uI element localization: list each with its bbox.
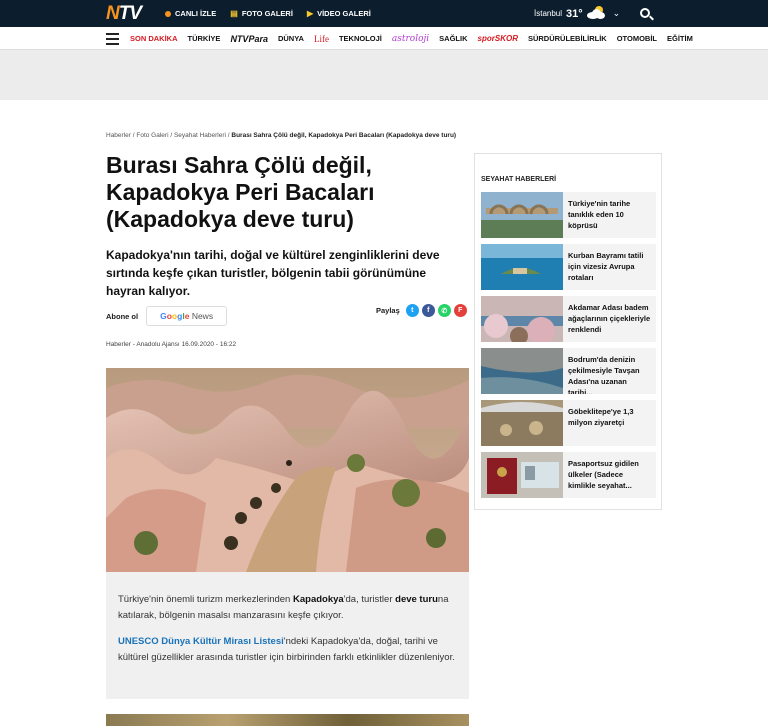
top-links: CANLI İZLE ▤ FOTO GALERİ ▶ VİDEO GALERİ <box>165 0 371 27</box>
page-title: Burası Sahra Çölü değil, Kapadokya Peri … <box>106 152 375 232</box>
play-icon: ▶ <box>306 9 314 18</box>
thumbnail <box>481 452 563 498</box>
hero-image[interactable] <box>106 368 469 572</box>
nav-saglik[interactable]: SAĞLIK <box>439 34 467 43</box>
main-nav: SON DAKİKA TÜRKİYE NTVPara DÜNYA Life TE… <box>0 27 768 50</box>
logo-text: NTV <box>106 3 142 24</box>
subscribe-row: Abone ol Google News <box>106 306 228 326</box>
google-news-button[interactable]: Google News <box>146 306 228 326</box>
nav-egitim[interactable]: EĞİTİM <box>667 34 693 43</box>
google-logo: Google <box>160 311 190 321</box>
breadcrumb: Haberler / Foto Galeri / Seyahat Haberle… <box>106 132 457 139</box>
nav-turkiye[interactable]: TÜRKİYE <box>188 34 221 43</box>
article-lead: Kapadokya'nın tarihi, doğal ve kültürel … <box>106 248 440 298</box>
breadcrumb-foto-galeri[interactable]: Foto Galeri <box>136 132 168 139</box>
share-bar: Paylaş t f ✆ F <box>376 304 467 317</box>
second-image[interactable] <box>106 714 469 726</box>
nav-astroloji[interactable]: astroloji <box>392 34 429 44</box>
thumbnail <box>481 348 563 394</box>
nav-surdurulebilirlik[interactable]: SÜRDÜRÜLEBİLİRLİK <box>528 34 607 43</box>
video-galeri-link[interactable]: ▶ VİDEO GALERİ <box>307 9 371 18</box>
canli-izle-link[interactable]: CANLI İZLE <box>165 9 216 18</box>
nav-teknoloji[interactable]: TEKNOLOJİ <box>339 34 382 43</box>
sidebar-item-bodrum[interactable]: Bodrum'da denizin çekilmesiyle Tavşan Ad… <box>481 348 656 394</box>
thumbnail <box>481 400 563 446</box>
ntv-logo[interactable]: NTV <box>106 3 142 25</box>
thumbnail <box>481 244 563 290</box>
nav-dunya[interactable]: DÜNYA <box>278 34 304 43</box>
whatsapp-icon[interactable]: ✆ <box>437 304 451 317</box>
flipboard-icon[interactable]: F <box>453 304 467 317</box>
partly-cloudy-icon <box>586 6 605 19</box>
nav-ntvpara[interactable]: NTVPara <box>230 34 268 44</box>
foto-galeri-link[interactable]: ▤ FOTO GALERİ <box>230 9 293 18</box>
top-bar: NTV CANLI İZLE ▤ FOTO GALERİ ▶ VİDEO GALER… <box>0 0 768 27</box>
sidebar-item-pasaport[interactable]: Pasaportsuz gidilen ülkeler (Sadece kiml… <box>481 452 656 498</box>
article-body: Türkiye'nin önemli turizm merkezlerinden… <box>106 572 469 699</box>
weather-widget[interactable]: İstanbul 31° ⌄ <box>534 0 620 27</box>
sidebar-item-gobeklitepe[interactable]: Göbeklitepe'ye 1,3 milyon ziyaretçi <box>481 400 656 446</box>
sidebar-travel-news: SEYAHAT HABERLERİ Türkiye'nin tarihe tan… <box>474 153 662 510</box>
thumbnail <box>481 296 563 342</box>
breadcrumb-seyahat[interactable]: Seyahat Haberleri <box>174 132 226 139</box>
paragraph-2: UNESCO Dünya Kültür Mirası Listesi'ndeki… <box>118 636 455 663</box>
facebook-icon[interactable]: f <box>421 304 435 317</box>
menu-icon[interactable] <box>106 33 119 45</box>
ad-banner <box>0 50 768 100</box>
subscribe-label: Abone ol <box>106 311 139 321</box>
search-icon[interactable] <box>640 8 650 18</box>
chevron-down-icon[interactable]: ⌄ <box>613 8 621 19</box>
unesco-link[interactable]: UNESCO Dünya Kültür Mirası Listesi <box>118 636 284 647</box>
nav-otomobil[interactable]: OTOMOBİL <box>617 34 657 43</box>
paragraph-1: Türkiye'nin önemli turizm merkezlerinden… <box>118 594 449 621</box>
breadcrumb-haberler[interactable]: Haberler <box>106 132 131 139</box>
article-meta: Haberler - Anadolu Ajansı 16.09.2020 - 1… <box>106 341 237 348</box>
share-label: Paylaş <box>376 306 400 315</box>
live-dot-icon <box>165 10 171 17</box>
nav-life[interactable]: Life <box>314 34 329 44</box>
sidebar-item-bridges[interactable]: Türkiye'nin tarihe tanıklık eden 10 köpr… <box>481 192 656 238</box>
sidebar-title: SEYAHAT HABERLERİ <box>481 176 557 183</box>
weather-temp: 31° <box>566 7 583 20</box>
thumbnail <box>481 192 563 238</box>
breadcrumb-current: Burası Sahra Çölü değil, Kapadokya Peri … <box>231 132 457 139</box>
gallery-icon: ▤ <box>230 9 238 18</box>
sidebar-item-akdamar[interactable]: Akdamar Adası badem ağaçlarının çiçekler… <box>481 296 656 342</box>
nav-son-dakika[interactable]: SON DAKİKA <box>130 34 178 43</box>
google-news-label: News <box>191 311 214 321</box>
twitter-icon[interactable]: t <box>405 304 419 317</box>
weather-city: İstanbul <box>534 9 563 18</box>
sidebar-item-kurban[interactable]: Kurban Bayramı tatili için vizesiz Avrup… <box>481 244 656 290</box>
nav-sporskor[interactable]: sporSKOR <box>478 34 518 43</box>
